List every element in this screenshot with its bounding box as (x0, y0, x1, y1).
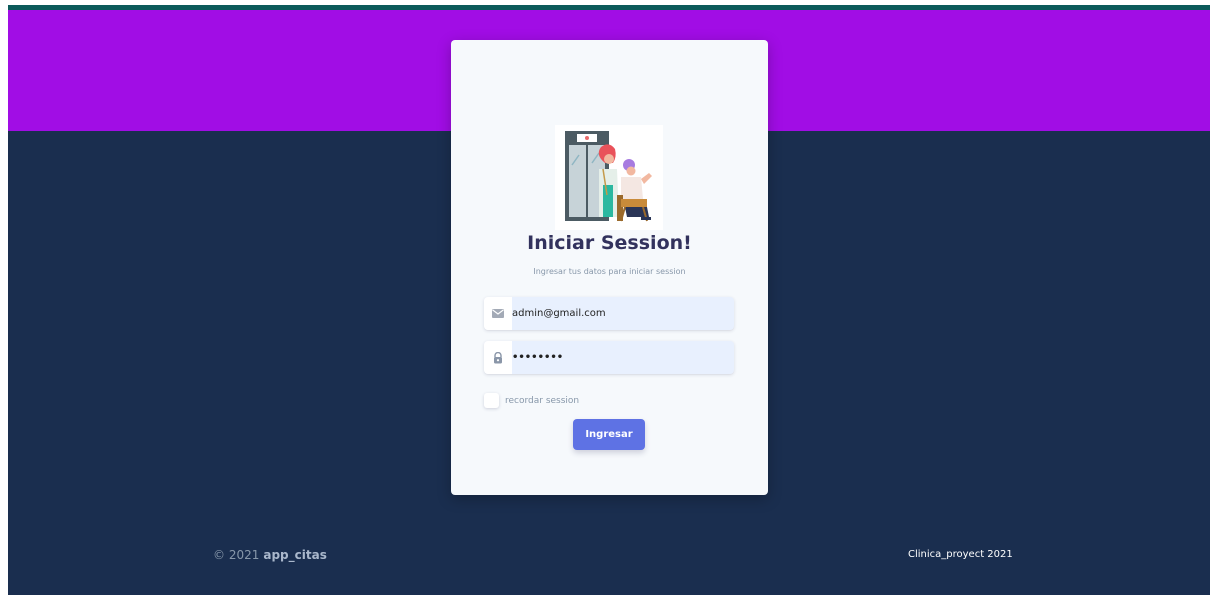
submit-button[interactable]: Ingresar (573, 419, 645, 450)
remember-label[interactable]: recordar session (505, 396, 579, 406)
login-card: Iniciar Session! Ingresar tus datos para… (451, 40, 768, 495)
footer-copyright: © 2021 app_citas (213, 548, 327, 562)
envelope-icon (484, 297, 512, 330)
remember-session[interactable]: recordar session (484, 393, 579, 408)
password-value[interactable]: •••••••• (512, 352, 563, 363)
login-title: Iniciar Session! (527, 232, 692, 254)
remember-checkbox[interactable] (484, 393, 499, 408)
login-subtitle: Ingresar tus datos para iniciar session (533, 267, 686, 276)
copyright-text: © 2021 (213, 548, 260, 562)
email-value[interactable]: admin@gmail.com (512, 308, 606, 319)
page-background: Iniciar Session! Ingresar tus datos para… (8, 5, 1210, 595)
email-field[interactable]: admin@gmail.com (484, 297, 734, 330)
password-field[interactable]: •••••••• (484, 341, 734, 374)
footer-right-text: Clinica_proyect 2021 (908, 549, 1013, 560)
lock-icon (484, 341, 512, 374)
footer-brand-link[interactable]: app_citas (263, 548, 326, 562)
doctor-patient-illustration-icon (555, 125, 663, 230)
